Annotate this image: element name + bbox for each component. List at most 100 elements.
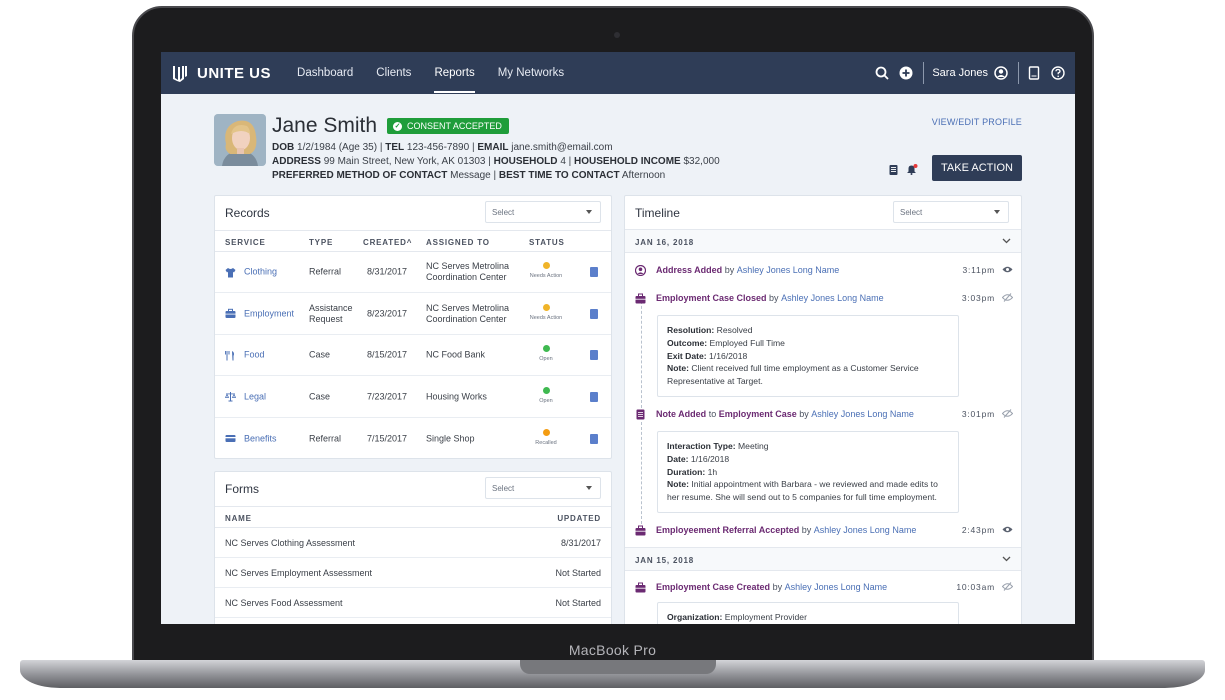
record-assigned-to: NC Serves Metrolina Coordination Center: [426, 261, 510, 282]
timeline-event[interactable]: Employment Case Closed by Ashley Jones L…: [635, 292, 1013, 306]
event-name: Note Added: [656, 409, 707, 419]
document-icon[interactable]: [590, 350, 598, 361]
event-author-link[interactable]: Ashley Jones Long Name: [785, 582, 888, 592]
col-type[interactable]: TYPE: [309, 238, 333, 247]
record-type: Referral: [309, 433, 342, 444]
record-status: Needs Action: [526, 303, 566, 324]
timeline-title: Timeline: [635, 206, 680, 220]
search-icon[interactable]: [875, 66, 889, 80]
timeline-panel: Timeline Select JAN 16, 2018 Address Add…: [624, 195, 1022, 624]
document-icon[interactable]: [590, 391, 598, 402]
organization-value: Employment Provider: [724, 612, 807, 622]
notification-bell-icon[interactable]: [906, 164, 918, 175]
record-service[interactable]: Clothing: [225, 267, 277, 278]
note-details-card: Interaction Type: Meeting Date: 1/16/201…: [657, 431, 959, 513]
col-service[interactable]: SERVICE: [225, 238, 266, 247]
timeline-event[interactable]: Employment Case Created by Ashley Jones …: [635, 581, 1013, 595]
records-select[interactable]: Select: [485, 201, 601, 223]
timeline-date-group[interactable]: JAN 16, 2018: [625, 229, 1021, 253]
eye-icon[interactable]: [1002, 265, 1013, 274]
household-value: 4: [560, 156, 566, 167]
logo[interactable]: UNITE US: [171, 64, 271, 82]
event-author-link[interactable]: Ashley Jones Long Name: [814, 525, 917, 535]
event-to: to: [708, 409, 717, 419]
forms-select[interactable]: Select: [485, 477, 601, 499]
user-name[interactable]: Sara Jones: [932, 67, 988, 79]
record-service[interactable]: Benefits: [225, 433, 277, 444]
record-row-legal[interactable]: Legal Case 7/23/2017 Housing Works Open: [215, 377, 611, 418]
form-updated: Not Started: [555, 598, 601, 608]
interaction-type-label: Interaction Type:: [667, 441, 736, 451]
forms-title: Forms: [225, 482, 259, 496]
outcome-label: Outcome:: [667, 337, 708, 348]
col-assigned-to[interactable]: ASSIGNED TO: [426, 238, 490, 247]
date-label: Date:: [667, 453, 689, 464]
take-action-button[interactable]: TAKE ACTION: [932, 155, 1022, 181]
form-row[interactable]: NC Serves Clothing Assessment 8/31/2017: [215, 528, 611, 558]
form-row[interactable]: NC Serves Food Assessment Not Started: [215, 588, 611, 618]
record-type: Case: [309, 349, 331, 360]
eye-icon[interactable]: [1002, 525, 1013, 534]
record-service[interactable]: Employment: [225, 308, 294, 319]
forms-panel: Forms Select NAME UPDATED NC Serves Clot…: [214, 471, 612, 624]
document-icon[interactable]: [590, 433, 598, 444]
event-by: by: [799, 409, 809, 419]
timeline-select[interactable]: Select: [893, 201, 1009, 223]
col-created[interactable]: CREATED^: [363, 238, 412, 247]
nav-dashboard[interactable]: Dashboard: [297, 53, 353, 93]
tel-label: TEL: [385, 142, 405, 153]
dob-label: DOB: [272, 142, 295, 153]
status-dot: [542, 428, 550, 436]
exit-date-line: Exit Date: 1/16/2018: [667, 350, 949, 363]
record-row-food[interactable]: Food Case 8/15/2017 NC Food Bank Open: [215, 335, 611, 377]
timeline-date: JAN 16, 2018: [635, 238, 694, 247]
event-author-link[interactable]: Ashley Jones Long Name: [811, 409, 914, 419]
records-select-value: Select: [492, 208, 515, 217]
record-status-label: Recalled: [535, 439, 557, 446]
eye-off-icon[interactable]: [1002, 582, 1013, 591]
add-circle-icon[interactable]: [899, 66, 913, 80]
record-service-label: Employment: [244, 308, 295, 319]
timeline-date-group[interactable]: JAN 15, 2018: [625, 547, 1021, 571]
document-icon[interactable]: [590, 308, 598, 319]
record-status-label: Open: [539, 356, 553, 363]
chevron-down-icon: [994, 210, 1000, 214]
col-status[interactable]: STATUS: [529, 238, 565, 247]
check-icon: ✓: [393, 121, 402, 131]
form-row[interactable]: NC Serves Employment Assessment Not Star…: [215, 558, 611, 588]
timeline-connector: [641, 296, 642, 408]
record-service[interactable]: Legal: [225, 391, 266, 402]
view-edit-profile-link[interactable]: VIEW/EDIT PROFILE: [932, 117, 1022, 127]
timeline-event[interactable]: Note Added to Employment Case by Ashley …: [635, 408, 1013, 422]
record-type: Case: [309, 391, 331, 402]
card-icon: [225, 435, 236, 443]
event-title: Employment Case Created by Ashley Jones …: [656, 582, 887, 592]
user-avatar-icon[interactable]: [994, 66, 1008, 80]
help-icon[interactable]: [1051, 66, 1065, 80]
eye-off-icon[interactable]: [1002, 409, 1013, 418]
timeline-event[interactable]: Address Added by Ashley Jones Long Name …: [635, 264, 1013, 278]
record-assigned-to: Housing Works: [426, 391, 487, 402]
record-row-benefits[interactable]: Benefits Referral 7/15/2017 Single Shop Reca…: [215, 418, 611, 459]
record-row-employment[interactable]: Employment Assistance Request 8/23/2017 NC …: [215, 294, 611, 335]
event-author-link[interactable]: Ashley Jones Long Name: [737, 265, 840, 275]
document-icon[interactable]: [590, 267, 598, 277]
eye-off-icon[interactable]: [1002, 293, 1013, 302]
nav-reports[interactable]: Reports: [434, 53, 475, 93]
record-service[interactable]: Food: [225, 350, 265, 361]
duration-line: Duration: 1h: [667, 466, 949, 479]
best-time-label: BEST TIME TO CONTACT: [498, 170, 620, 181]
timeline-event[interactable]: Employeement Referral Accepted by Ashley…: [635, 524, 1013, 538]
client-profile-header: Jane Smith ✓ CONSENT ACCEPTED DOB 1/2/19…: [214, 114, 1022, 186]
document-icon[interactable]: [1027, 66, 1041, 80]
nav-clients[interactable]: Clients: [376, 53, 411, 93]
event-author-link[interactable]: Ashley Jones Long Name: [781, 293, 884, 303]
shirt-icon: [225, 267, 236, 277]
nav-links: Dashboard Clients Reports My Networks: [297, 53, 587, 93]
record-row-clothing[interactable]: Clothing Referral 8/31/2017 NC Serves Metro…: [215, 252, 611, 293]
col-name[interactable]: NAME: [225, 514, 252, 523]
clipboard-icon[interactable]: [889, 164, 898, 175]
app-screen: UNITE US Dashboard Clients Reports My Ne…: [161, 52, 1075, 624]
col-updated[interactable]: UPDATED: [557, 514, 601, 523]
nav-my-networks[interactable]: My Networks: [498, 53, 564, 93]
